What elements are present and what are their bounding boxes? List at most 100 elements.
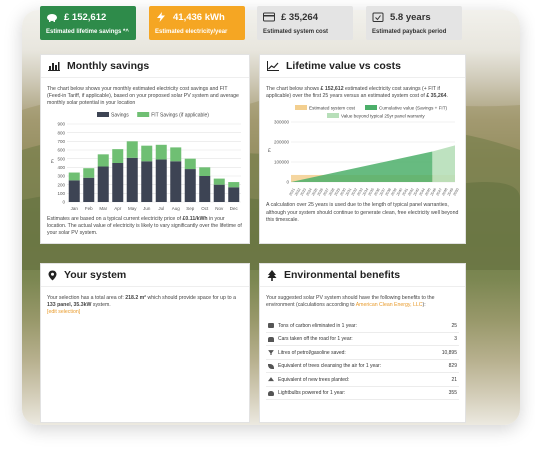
system-text-c: system. [91, 302, 111, 309]
credit-card-icon [263, 12, 275, 22]
bar [97, 153, 109, 167]
map-pin-icon [48, 270, 57, 280]
bar [170, 160, 182, 202]
environmental-benefits-card: Environmental benefits Your suggested so… [259, 263, 466, 423]
lifetime-intro: The chart below shows £ 152,612 estimate… [260, 78, 465, 102]
your-system-card: Your system Your selection has a total a… [40, 263, 250, 423]
legend-swatch [137, 111, 150, 117]
y-tick-label: 500 [57, 156, 65, 161]
y-tick-label: 100000 [274, 160, 290, 165]
tree-icon [268, 377, 274, 382]
bar [228, 181, 240, 187]
benefit-value: 355 [448, 390, 457, 397]
benefit-row-carbon: Tons of carbon eliminated in 1 year: 25 [266, 319, 459, 333]
y-tick-label: 0 [62, 199, 65, 204]
bar [141, 145, 153, 161]
benefit-label: Lightbulbs powered for 1 year: [278, 390, 346, 397]
card-title: Your system [41, 264, 249, 287]
y-tick-label: 800 [57, 130, 65, 135]
system-area: 218.2 m² [125, 295, 147, 301]
bar [155, 144, 167, 160]
bar [112, 148, 124, 163]
lifetime-value-card: Lifetime value vs costs The chart below … [259, 54, 466, 244]
bar [213, 178, 225, 185]
x-tick-label: Sep [186, 206, 195, 211]
lifetime-value-chart: Estimated system cost Cumulative value (S… [268, 105, 460, 197]
stat-label: Estimated payback period [372, 29, 447, 35]
bar [213, 184, 225, 202]
x-tick-label: May [128, 206, 137, 211]
benefit-label: Cars taken off the road for 1 year: [278, 336, 353, 343]
benefit-value: 3 [454, 336, 457, 343]
stat-electricity: 41,436 kWh Estimated electricity/year [149, 6, 245, 40]
benefits-intro-b: ): [422, 302, 426, 309]
y-tick-label: 200 [57, 182, 65, 187]
x-tick-label: Mar [99, 206, 107, 211]
stat-label: Estimated system cost [263, 29, 329, 35]
edit-selection-link[interactable]: [edit selection] [47, 309, 80, 315]
stat-value: £ 152,612 [64, 11, 107, 23]
funnel-icon [268, 350, 274, 356]
y-tick-label: 700 [57, 139, 65, 144]
bar [68, 172, 80, 180]
bar [126, 157, 138, 202]
legend-swatch [365, 105, 377, 111]
y-tick-label: 0 [286, 180, 289, 185]
bar [199, 175, 211, 202]
legend-label: Cumulative value (Savings + FIT) [379, 106, 448, 111]
stat-payback: 5.8 years Estimated payback period [366, 6, 462, 40]
stat-label: Estimated electricity/year [155, 29, 228, 35]
x-tick-label: Jun [143, 206, 151, 211]
car-icon [268, 336, 274, 342]
electricity-price: £0.11/kWh [182, 215, 208, 222]
bar [184, 168, 196, 202]
monthly-savings-chart: Savings FIT Savings (if applicable) 0 100 20… [51, 111, 241, 211]
system-cost-value: £ 35,264 [426, 93, 447, 100]
lightbulb-icon [268, 390, 274, 396]
stat-value: £ 35,264 [281, 11, 318, 23]
stat-lifetime-savings: £ 152,612 Estimated lifetime savings *^ [40, 6, 136, 40]
source-link[interactable]: American Clean Energy, LLC [356, 302, 423, 308]
legend-label: Value beyond typical 25yr panel warranty [341, 114, 425, 119]
system-description: Your selection has a total area of: 218.… [41, 287, 249, 325]
legend-swatch [327, 113, 339, 119]
lifetime-title-text: Lifetime value vs costs [286, 60, 401, 72]
x-tick-label: Aug [172, 206, 181, 211]
benefits-intro: Your suggested solar PV system should ha… [260, 287, 465, 319]
y-axis-label: £ [268, 148, 271, 154]
footnote-text-a: Estimates are based on a typical current… [47, 215, 183, 222]
legend-label: Savings [111, 112, 129, 118]
calendar-check-icon [372, 12, 384, 22]
piggy-bank-icon [47, 14, 57, 22]
system-title-text: Your system [64, 269, 127, 281]
intro-text-a: The chart below shows [266, 86, 321, 92]
y-tick-label: 300 [57, 173, 65, 178]
benefit-label: Litres of petrol/gasoline saved: [278, 349, 346, 356]
benefit-row-trees-cleansing: Equivalent of trees cleansing the air fo… [266, 360, 459, 374]
y-tick-label: 300000 [274, 120, 290, 125]
stat-value: 5.8 years [390, 11, 431, 23]
benefit-label: Tons of carbon eliminated in 1 year: [278, 322, 357, 329]
bar [83, 177, 95, 202]
y-tick-label: 200000 [274, 140, 290, 145]
legend-label: Estimated system cost [309, 106, 356, 111]
cumulative-value-area [291, 151, 433, 183]
benefits-title-text: Environmental benefits [284, 269, 401, 281]
monthly-savings-card: Monthly savings The chart below shows yo… [40, 54, 250, 244]
monthly-title-text: Monthly savings [67, 60, 150, 72]
x-tick-label: Apr [114, 206, 122, 211]
bar [141, 160, 153, 202]
legend-swatch [295, 105, 307, 111]
benefit-value: 10,895 [441, 349, 457, 356]
leaf-icon [268, 363, 274, 369]
intro-text-c: . [446, 93, 448, 100]
factory-icon [268, 323, 274, 329]
benefit-value: 25 [451, 322, 457, 329]
benefit-row-lightbulbs: Lightbulbs powered for 1 year: 355 [266, 387, 459, 401]
bar [68, 179, 80, 202]
monthly-footnote: Estimates are based on a typical current… [41, 214, 249, 240]
benefit-label: Equivalent of new trees planted: [278, 376, 350, 383]
card-title: Environmental benefits [260, 264, 465, 287]
x-tick-label: Nov [215, 206, 224, 211]
system-text-b: which should provide space for up to a [146, 295, 236, 301]
